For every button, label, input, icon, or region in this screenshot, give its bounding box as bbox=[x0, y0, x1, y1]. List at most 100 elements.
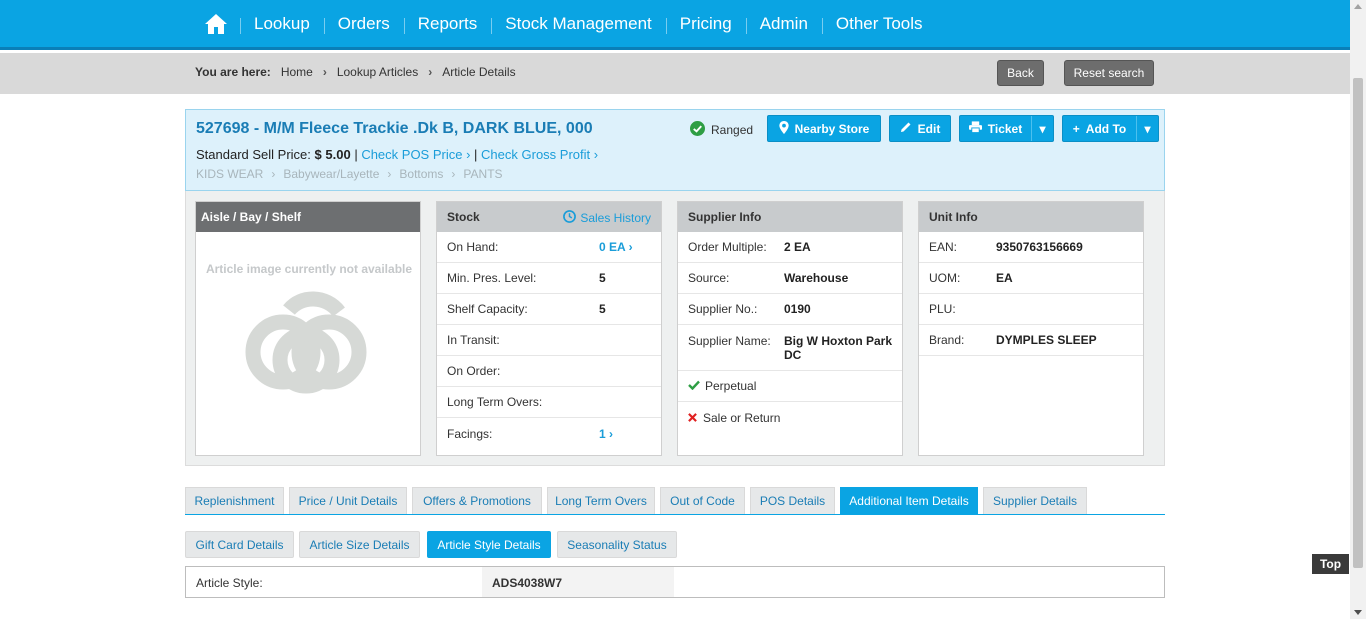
checkmark-icon bbox=[688, 379, 700, 393]
stock-row-on-order: On Order: bbox=[437, 356, 661, 387]
row-label: Facings: bbox=[447, 426, 493, 441]
tab-offers-promotions[interactable]: Offers & Promotions bbox=[412, 487, 542, 514]
map-pin-icon bbox=[778, 120, 789, 137]
chevron-right-icon: › bbox=[322, 65, 327, 79]
price-value: $ 5.00 bbox=[314, 147, 351, 162]
row-value: 9350763156669 bbox=[996, 240, 1083, 254]
sale-or-return-row: Sale or Return bbox=[678, 402, 902, 433]
row-value: 0190 bbox=[784, 302, 811, 316]
breadcrumb-bar: You are here: Home › Lookup Articles › A… bbox=[0, 53, 1350, 94]
supplier-row: Order Multiple: 2 EA bbox=[678, 232, 902, 263]
scroll-down-icon[interactable] bbox=[1354, 610, 1362, 615]
row-label: Brand: bbox=[929, 333, 965, 347]
add-to-button[interactable]: + Add To ▾ bbox=[1062, 115, 1159, 142]
facings-value[interactable]: 1 › bbox=[599, 427, 613, 441]
scrollbar-thumb[interactable] bbox=[1353, 78, 1363, 568]
edit-button[interactable]: Edit bbox=[889, 115, 951, 142]
tab-long-term-overs[interactable]: Long Term Overs bbox=[547, 487, 655, 514]
on-hand-value-text: 0 EA bbox=[599, 240, 626, 254]
back-button[interactable]: Back bbox=[997, 60, 1044, 86]
row-value: 5 bbox=[599, 302, 606, 316]
on-hand-value[interactable]: 0 EA › bbox=[599, 240, 633, 254]
sale-or-return-label: Sale or Return bbox=[703, 410, 781, 425]
chevron-right-icon: › bbox=[451, 167, 456, 181]
row-label: Long Term Overs: bbox=[447, 395, 543, 409]
caret-down-icon[interactable]: ▾ bbox=[1031, 116, 1053, 141]
subtab-seasonality-status[interactable]: Seasonality Status bbox=[557, 531, 677, 558]
perpetual-row: Perpetual bbox=[678, 371, 902, 402]
facings-value-text: 1 bbox=[599, 426, 606, 441]
back-to-top-button[interactable]: Top bbox=[1312, 554, 1349, 574]
printer-icon bbox=[968, 121, 982, 136]
tab-supplier-details[interactable]: Supplier Details bbox=[983, 487, 1087, 514]
pencil-icon bbox=[900, 121, 912, 136]
stock-row-on-hand: On Hand: 0 EA › bbox=[437, 232, 661, 263]
row-value: DYMPLES SLEEP bbox=[996, 333, 1097, 347]
check-circle-icon bbox=[690, 121, 705, 139]
add-to-label: Add To bbox=[1085, 121, 1127, 136]
subtab-article-size-details[interactable]: Article Size Details bbox=[299, 531, 420, 558]
tab-replenishment[interactable]: Replenishment bbox=[185, 487, 284, 514]
unit-card: Unit Info EAN: 9350763156669 UOM: EA PLU… bbox=[918, 201, 1144, 456]
supplier-row: Supplier No.: 0190 bbox=[678, 294, 902, 325]
row-label: Min. Pres. Level: bbox=[447, 271, 537, 285]
placeholder-logo-icon bbox=[241, 290, 371, 413]
supplier-card-header: Supplier Info bbox=[678, 202, 902, 232]
sales-history-link[interactable]: Sales History bbox=[563, 210, 651, 226]
row-label: Source: bbox=[688, 271, 730, 285]
unit-row: EAN: 9350763156669 bbox=[919, 232, 1143, 263]
scroll-up-icon[interactable] bbox=[1354, 4, 1362, 9]
home-icon[interactable] bbox=[204, 12, 228, 36]
tab-price-unit-details[interactable]: Price / Unit Details bbox=[289, 487, 407, 514]
unit-row: PLU: bbox=[919, 294, 1143, 325]
row-label: Order Multiple: bbox=[688, 240, 767, 254]
subtab-gift-card-details[interactable]: Gift Card Details bbox=[185, 531, 294, 558]
breadcrumb-lead: You are here: bbox=[195, 65, 271, 79]
plus-icon: + bbox=[1072, 121, 1080, 136]
tab-out-of-code[interactable]: Out of Code bbox=[660, 487, 745, 514]
category-item: KIDS WEAR bbox=[196, 167, 264, 181]
unit-row: Brand: DYMPLES SLEEP bbox=[919, 325, 1143, 356]
chevron-right-icon: › bbox=[462, 147, 475, 162]
breadcrumb-lookup-articles[interactable]: Lookup Articles bbox=[337, 65, 418, 79]
category-item: Babywear/Layette bbox=[283, 167, 380, 181]
nav-other-tools[interactable]: Other Tools bbox=[821, 14, 937, 34]
reset-search-button[interactable]: Reset search bbox=[1064, 60, 1154, 86]
top-nav: Lookup Orders Reports Stock Management P… bbox=[0, 0, 1350, 50]
nav-orders[interactable]: Orders bbox=[323, 14, 404, 34]
ticket-label: Ticket bbox=[987, 121, 1023, 136]
chevron-right-icon: › bbox=[590, 147, 599, 162]
price-label: Standard Sell Price: bbox=[196, 147, 311, 162]
article-style-label: Article Style: bbox=[196, 576, 263, 590]
nav-stock-management[interactable]: Stock Management bbox=[491, 14, 665, 34]
chevron-right-icon: › bbox=[428, 65, 433, 79]
caret-down-icon[interactable]: ▾ bbox=[1136, 116, 1158, 141]
row-label: UOM: bbox=[929, 271, 961, 285]
nearby-store-button[interactable]: Nearby Store bbox=[767, 115, 881, 142]
stock-card: Stock Sales History On Hand: 0 EA › Min.… bbox=[436, 201, 662, 456]
check-pos-price-link[interactable]: Check POS Price bbox=[361, 147, 462, 162]
ticket-button[interactable]: Ticket ▾ bbox=[959, 115, 1054, 142]
nav-lookup[interactable]: Lookup bbox=[240, 14, 324, 34]
aisle-card: Aisle / Bay / Shelf Article image curren… bbox=[195, 201, 421, 456]
nav-reports[interactable]: Reports bbox=[403, 14, 492, 34]
nav-pricing[interactable]: Pricing bbox=[665, 14, 746, 34]
stock-row-min-pres: Min. Pres. Level: 5 bbox=[437, 263, 661, 294]
breadcrumb-home[interactable]: Home bbox=[281, 65, 313, 79]
row-label: Supplier Name: bbox=[688, 334, 771, 348]
subtab-article-style-details[interactable]: Article Style Details bbox=[427, 531, 551, 558]
tab-additional-item-details[interactable]: Additional Item Details bbox=[840, 487, 978, 514]
tab-pos-details[interactable]: POS Details bbox=[750, 487, 835, 514]
info-area: Aisle / Bay / Shelf Article image curren… bbox=[185, 191, 1165, 466]
article-header-panel: 527698 - M/M Fleece Trackie .Dk B, DARK … bbox=[185, 109, 1165, 191]
page-scrollbar[interactable] bbox=[1350, 0, 1366, 619]
row-value: Big W Hoxton Park DC bbox=[784, 334, 893, 362]
nav-admin[interactable]: Admin bbox=[745, 14, 822, 34]
unit-row: UOM: EA bbox=[919, 263, 1143, 294]
check-gross-profit-link[interactable]: Check Gross Profit bbox=[481, 147, 590, 162]
article-price-line: Standard Sell Price: $ 5.00 | Check POS … bbox=[196, 147, 598, 162]
unit-card-header: Unit Info bbox=[919, 202, 1143, 232]
detail-tabs: Replenishment Price / Unit Details Offer… bbox=[185, 487, 1165, 515]
stock-row-shelf-capacity: Shelf Capacity: 5 bbox=[437, 294, 661, 325]
article-style-table: Article Style: ADS4038W7 bbox=[185, 566, 1165, 598]
